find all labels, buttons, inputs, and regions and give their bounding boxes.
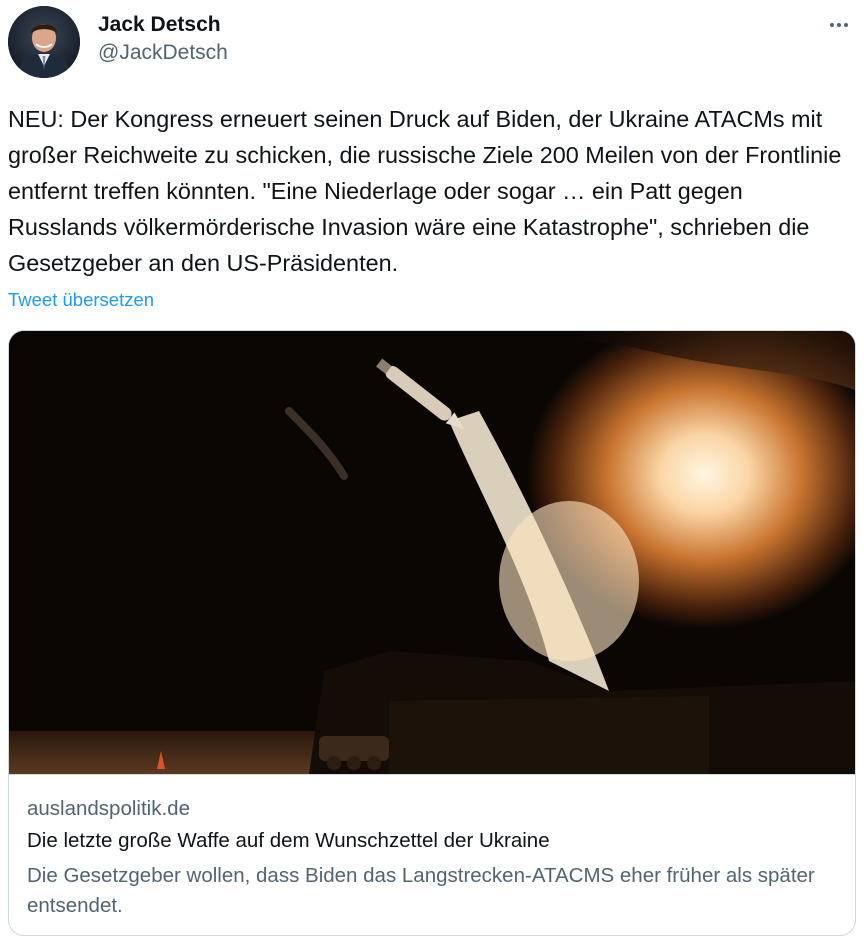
handle[interactable]: @JackDetsch: [98, 38, 228, 68]
card-body: auslandspolitik.de Die letzte große Waff…: [9, 774, 855, 935]
translate-tweet-link[interactable]: Tweet übersetzen: [8, 288, 154, 312]
dot: [830, 23, 834, 27]
author-names: Jack Detsch @JackDetsch: [98, 12, 228, 68]
card-title: Die letzte große Waffe auf dem Wunschzet…: [27, 829, 550, 852]
tweet: Jack Detsch @JackDetsch NEU: Der Kongres…: [0, 0, 868, 941]
more-options-icon[interactable]: [824, 10, 854, 40]
dot: [844, 23, 848, 27]
missile-launch-photo-icon: [9, 331, 855, 774]
display-name[interactable]: Jack Detsch: [98, 12, 228, 38]
card-domain: auslandspolitik.de: [27, 797, 190, 820]
tweet-header: Jack Detsch @JackDetsch: [8, 6, 860, 78]
card-description: Die Gesetzgeber wollen, dass Biden das L…: [27, 864, 815, 917]
dot: [837, 23, 841, 27]
link-card[interactable]: auslandspolitik.de Die letzte große Waff…: [8, 330, 856, 936]
avatar[interactable]: [8, 6, 80, 78]
user-avatar-icon: [8, 6, 80, 78]
card-image[interactable]: [9, 331, 855, 774]
tweet-text: NEU: Der Kongress erneuert seinen Druck …: [8, 106, 842, 276]
